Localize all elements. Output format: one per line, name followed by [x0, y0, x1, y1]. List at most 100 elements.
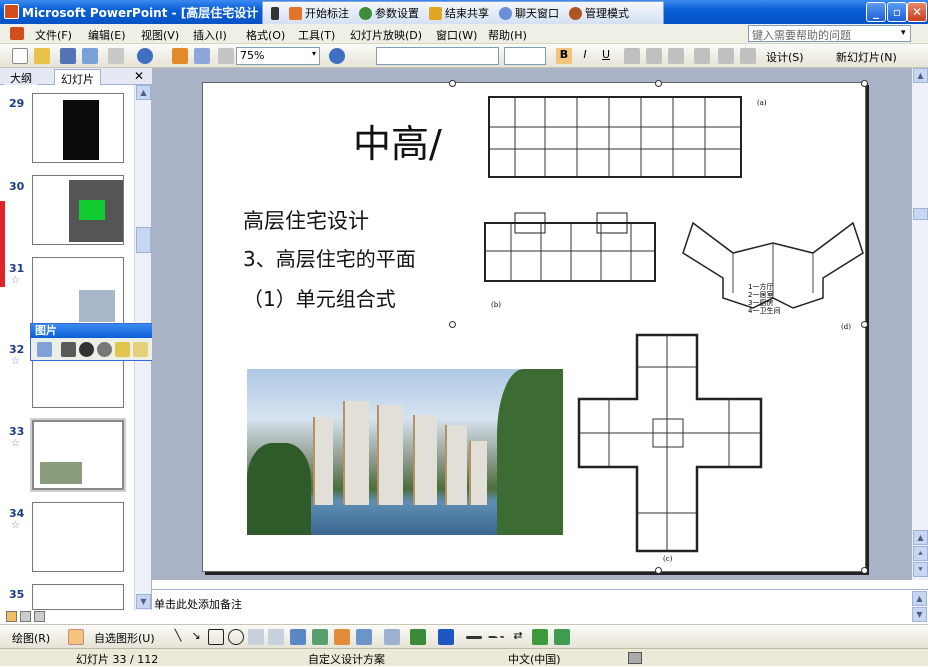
help-dropdown-arrow-icon[interactable]: ▾ [901, 28, 906, 38]
underline-icon[interactable]: U [598, 48, 614, 64]
design-button[interactable]: 设计(S) [766, 49, 804, 65]
less-contrast-icon[interactable] [97, 342, 112, 357]
menu-edit[interactable]: 编辑(E) [88, 27, 126, 43]
menu-file[interactable]: 文件(F) [35, 27, 72, 43]
floor-plan-a[interactable]: (a) [485, 91, 775, 183]
slide-text-line-2[interactable]: 3、高层住宅的平面 [243, 243, 416, 272]
start-annotate-button[interactable]: 开始标注 [289, 5, 349, 21]
powerpoint-app-icon[interactable] [4, 4, 19, 19]
font-color-icon[interactable] [438, 629, 454, 645]
slide-text-line-1[interactable]: 高层住宅设计 [243, 205, 369, 235]
slide-scrollbar[interactable]: ▲ ▲ ⯅ ⯆ [912, 68, 928, 580]
scroll-up-icon[interactable]: ▲ [913, 68, 928, 83]
maximize-button[interactable]: ▫ [887, 2, 907, 22]
table-icon[interactable] [194, 48, 210, 64]
menu-format[interactable]: 格式(O) [246, 27, 285, 43]
slide-sorter-icon[interactable] [20, 611, 31, 622]
color-icon[interactable] [61, 342, 76, 357]
arrow-icon[interactable]: ↘ [188, 629, 204, 645]
print-icon[interactable] [60, 48, 76, 64]
align-right-icon[interactable] [668, 48, 684, 64]
menu-help[interactable]: 帮助(H) [488, 27, 527, 43]
more-brightness-icon[interactable] [115, 342, 130, 357]
resize-handle[interactable] [861, 567, 868, 574]
slide-thumbnail-33[interactable] [30, 418, 126, 492]
decrease-indent-icon[interactable] [718, 48, 734, 64]
slide-thumbnail-30[interactable] [32, 175, 124, 245]
tab-slides[interactable]: 幻灯片 [54, 69, 101, 86]
building-photo[interactable] [247, 369, 563, 535]
menu-window[interactable]: 窗口(W) [436, 27, 477, 43]
menu-view[interactable]: 视图(V) [141, 27, 179, 43]
admin-mode-button[interactable]: 管理模式 [569, 5, 629, 21]
rectangle-icon[interactable] [208, 629, 224, 645]
zoom-select[interactable]: 75% ▾ [236, 47, 320, 65]
ppt-doc-icon[interactable] [10, 27, 24, 40]
slide-title[interactable]: 中高/ [353, 113, 442, 168]
spellcheck-icon[interactable] [628, 652, 642, 664]
slide-thumbnail-29[interactable] [32, 93, 124, 163]
slide-text-line-3[interactable]: （1）单元组合式 [243, 283, 396, 312]
next-slide-icon[interactable]: ⯆ [913, 562, 928, 577]
slide-thumbnail-34[interactable] [32, 502, 124, 572]
grid-icon[interactable] [218, 48, 234, 64]
help-search-input[interactable]: 键入需要帮助的问题 [748, 25, 911, 42]
floor-plan-d[interactable]: 1一方厅 2一居室 3一厨房 4一卫生间 (d) [673, 203, 868, 333]
select-objects-icon[interactable] [68, 629, 84, 645]
scroll-down-icon[interactable]: ▼ [912, 607, 927, 622]
dash-style-icon[interactable] [488, 636, 504, 639]
line-icon[interactable]: ╲ [170, 629, 186, 645]
menu-slideshow[interactable]: 幻灯片放映(D) [350, 27, 422, 43]
slide-canvas[interactable]: 中高/ 高层住宅设计 3、高层住宅的平面 （1）单元组合式 (a) (b) 1一… [202, 80, 868, 574]
resize-handle[interactable] [449, 80, 456, 87]
close-pane-icon[interactable]: ✕ [134, 69, 144, 83]
scroll-up-icon[interactable]: ▲ [912, 591, 927, 606]
menu-insert[interactable]: 插入(I) [193, 27, 227, 43]
normal-view-icon[interactable] [6, 611, 17, 622]
fill-color-icon[interactable] [384, 629, 400, 645]
tab-outline[interactable]: 大纲 [4, 69, 38, 85]
chat-window-button[interactable]: 聊天窗口 [499, 5, 559, 21]
draw-menu[interactable]: 绘图(R) [12, 630, 50, 646]
help-icon[interactable] [329, 48, 345, 64]
picture-icon[interactable] [356, 629, 372, 645]
preview-icon[interactable] [82, 48, 98, 64]
resize-handle[interactable] [655, 567, 662, 574]
font-select[interactable] [376, 47, 499, 65]
minimize-button[interactable]: _ [866, 2, 886, 22]
arrow-style-icon[interactable]: ⇄ [510, 629, 526, 645]
menu-tools[interactable]: 工具(T) [298, 27, 335, 43]
end-share-button[interactable]: 结束共享 [429, 5, 489, 21]
italic-icon[interactable]: I [577, 48, 593, 64]
resize-handle[interactable] [861, 321, 868, 328]
notes-placeholder[interactable]: 单击此处添加备注 [154, 596, 242, 612]
scroll-up-icon[interactable]: ▲ [136, 85, 151, 100]
shadow-icon[interactable] [532, 629, 548, 645]
wordart-icon[interactable] [290, 629, 306, 645]
new-slide-button[interactable]: 新幻灯片(N) [836, 49, 897, 65]
line-style-icon[interactable] [466, 636, 482, 639]
notes-pane[interactable]: 单击此处添加备注 ▲ ▼ [152, 589, 928, 623]
floor-plan-b[interactable]: (b) [481, 203, 666, 313]
undo-icon[interactable] [137, 48, 153, 64]
font-size-select[interactable] [504, 47, 546, 65]
scroll-thumb[interactable] [136, 227, 151, 253]
font-grow-icon[interactable] [694, 48, 710, 64]
scroll-down-icon[interactable]: ▼ [136, 594, 151, 609]
bold-icon[interactable]: B [556, 48, 572, 64]
clipart-icon[interactable] [334, 629, 350, 645]
floor-plan-c[interactable]: (c) [575, 333, 765, 563]
less-brightness-icon[interactable] [133, 342, 148, 357]
more-contrast-icon[interactable] [79, 342, 94, 357]
resize-handle[interactable] [861, 80, 868, 87]
resize-handle[interactable] [655, 80, 662, 87]
vertical-textbox-icon[interactable] [268, 629, 284, 645]
diagram-icon[interactable] [312, 629, 328, 645]
open-icon[interactable] [34, 48, 50, 64]
autoshapes-menu[interactable]: 自选图形(U) [94, 630, 155, 646]
resize-handle[interactable] [449, 321, 456, 328]
3d-style-icon[interactable] [554, 629, 570, 645]
scroll-up-icon[interactable]: ▲ [913, 530, 928, 545]
slide-thumbnail-35[interactable] [32, 584, 124, 610]
oval-icon[interactable] [228, 629, 244, 645]
